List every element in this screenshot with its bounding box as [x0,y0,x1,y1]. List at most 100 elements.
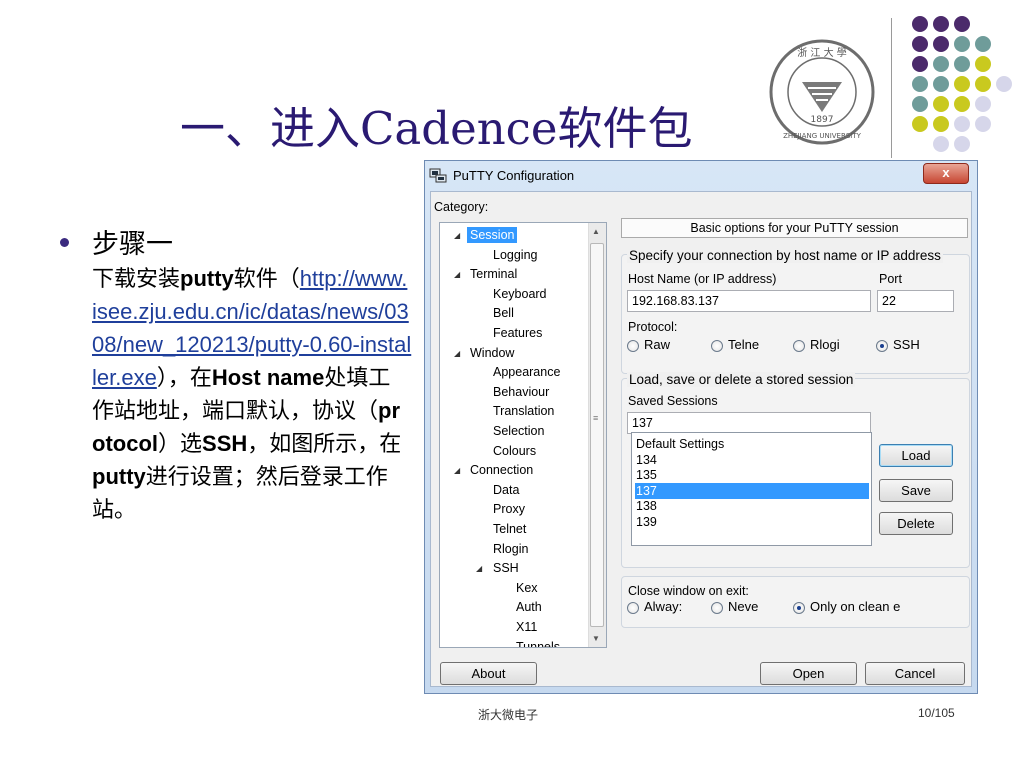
decorative-dot [912,36,928,52]
tree-item-connection[interactable]: Connection [470,462,533,478]
exit-radio-2[interactable] [793,602,805,614]
decorative-dot [954,76,970,92]
saved-sessions-input[interactable]: 137 [627,412,871,434]
body-bold: Host name [211,365,325,390]
decorative-dot [933,76,949,92]
tree-expand-icon[interactable]: ◢ [454,231,462,240]
sessions-list[interactable]: Default Settings 134 135 137 138 139 [631,432,872,546]
panel-heading: Basic options for your PuTTY session [621,218,968,238]
exit-radio-label[interactable]: Neve [728,599,758,614]
decorative-dot [975,76,991,92]
decorative-dot [912,116,928,132]
zhejiang-university-logo: 1897 浙 江 大 學 ZHEJIANG UNIVERSITY [769,39,875,145]
tree-item-logging[interactable]: Logging [493,247,538,263]
session-list-item[interactable]: 135 [635,467,869,483]
scroll-up-icon[interactable]: ▲ [592,227,600,236]
tree-expand-icon[interactable]: ◢ [454,349,462,358]
body-text: 下载安装 [92,266,181,291]
tree-item-terminal[interactable]: Terminal [470,266,517,282]
category-tree[interactable]: ◢ Session Logging ◢ Terminal Keyboard Bell Feat… [439,222,607,648]
tree-item-data[interactable]: Data [493,482,519,498]
protocol-radio-1[interactable] [711,340,723,352]
tree-item-tunnels[interactable]: Tunnels [516,639,560,647]
footer-org: 浙大微电子 [478,708,539,722]
delete-button[interactable]: Delete [879,512,953,535]
tree-item-telnet[interactable]: Telnet [493,521,526,537]
body-text: ，如图所示，在 [247,431,402,456]
tree-item-keyboard[interactable]: Keyboard [493,286,547,302]
decorative-dot [933,136,949,152]
session-list-item[interactable]: 138 [635,498,869,514]
decorative-dot [954,96,970,112]
bullet-dot [60,238,69,247]
decorative-dot [912,16,928,32]
session-list-item[interactable]: Default Settings [635,436,869,452]
tree-item-rlogin[interactable]: Rlogin [493,541,528,557]
tree-item-proxy[interactable]: Proxy [493,501,525,517]
open-button[interactable]: Open [760,662,857,685]
tree-item-colours[interactable]: Colours [493,443,536,459]
close-window-label: Close window on exit: [628,584,749,598]
connection-group-title: Specify your connection by host name or … [627,248,943,263]
about-button[interactable]: About [440,662,537,685]
exit-radio-1[interactable] [711,602,723,614]
decorative-dot [912,96,928,112]
tree-expand-icon[interactable]: ◢ [454,270,462,279]
tree-item-selection[interactable]: Selection [493,423,544,439]
decorative-dot [912,56,928,72]
tree-item-session[interactable]: Session [467,227,518,243]
decorative-dot [996,76,1012,92]
exit-radio-0[interactable] [627,602,639,614]
body-bold: putty [180,266,234,291]
protocol-radio-label[interactable]: Telne [728,337,759,352]
putty-app-icon [429,167,447,183]
exit-radio-label[interactable]: Alway: [644,599,682,614]
session-list-item[interactable]: 139 [635,514,869,530]
protocol-radio-0[interactable] [627,340,639,352]
body-bold: SSH [202,431,248,456]
scroll-thumb[interactable] [590,243,604,627]
session-list-item[interactable]: 134 [635,452,869,468]
tree-item-window[interactable]: Window [470,345,514,361]
host-name-label: Host Name (or IP address) [628,272,777,286]
close-window-button[interactable]: x [923,163,969,184]
protocol-radio-2[interactable] [793,340,805,352]
exit-radio-label[interactable]: Only on clean e [810,599,900,614]
putty-window: PuTTY Configuration x Category: ◢ Session… [424,160,978,694]
protocol-radio-3[interactable] [876,340,888,352]
host-name-input[interactable]: 192.168.83.137 [627,290,871,312]
page-number: 10/105 [918,706,955,720]
bullet-body: 下载安装putty软件（http://www.isee.zju.edu.cn/i… [92,262,412,526]
tree-item-features[interactable]: Features [493,325,542,341]
tree-scrollbar[interactable]: ▲ ≡ ▼ [588,223,606,647]
body-text: ）选 [158,431,203,456]
tree-item-behaviour[interactable]: Behaviour [493,384,549,400]
body-bold: putty [92,464,146,489]
tree-item-bell[interactable]: Bell [493,305,514,321]
tree-item-x11[interactable]: X11 [516,619,537,635]
decorative-dot [954,36,970,52]
tree-expand-icon[interactable]: ◢ [454,466,462,475]
decorative-dot [933,36,949,52]
port-input[interactable]: 22 [877,290,954,312]
protocol-radio-label[interactable]: Rlogi [810,337,840,352]
cancel-button[interactable]: Cancel [865,662,965,685]
tree-item-auth[interactable]: Auth [516,599,542,615]
protocol-radio-label[interactable]: SSH [893,337,920,352]
tree-item-ssh[interactable]: SSH [493,560,519,576]
slide-title: 一、进入Cadence软件包 [180,102,693,155]
decorative-dot [975,56,991,72]
session-list-item[interactable]: 137 [635,482,869,499]
window-titlebar[interactable]: PuTTY Configuration x [425,161,977,191]
tree-item-kex[interactable]: Kex [516,580,538,596]
tree-expand-icon[interactable]: ◢ [476,564,484,573]
save-button[interactable]: Save [879,479,953,502]
protocol-radio-label[interactable]: Raw [644,337,670,352]
tree-item-appearance[interactable]: Appearance [493,364,560,380]
decorative-dot [933,16,949,32]
scroll-down-icon[interactable]: ▼ [592,634,600,643]
body-text: ），在 [156,365,212,390]
tree-item-translation[interactable]: Translation [493,403,554,419]
decorative-dot [933,96,949,112]
load-button[interactable]: Load [879,444,953,467]
